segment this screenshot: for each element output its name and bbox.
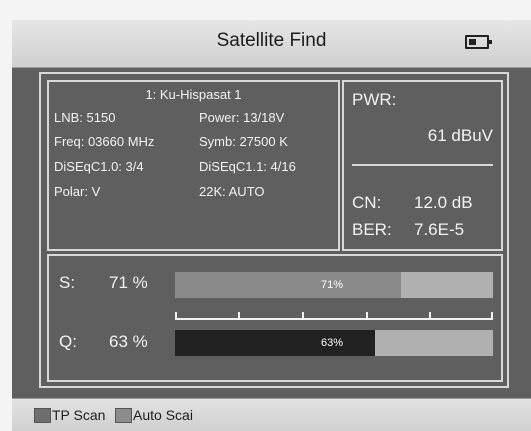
scale-tick — [175, 312, 177, 320]
cn-label: CN: — [352, 193, 382, 212]
pwr-value: 61 dBuV — [427, 126, 493, 145]
quality-bar-text: 63% — [321, 337, 344, 349]
quality-bar: 63% — [175, 330, 493, 356]
scale-tick — [429, 312, 431, 320]
softkey-bar: TP Scan Auto Scai — [12, 398, 531, 431]
signal-quality-panel: S: 71 % 71% Q: 63 % 63% — [47, 254, 503, 382]
quality-value: 63 % — [109, 332, 148, 351]
measurement-panel: PWR: 61 dBuV CN: 12.0 dB BER: 7.6E-5 — [342, 80, 503, 251]
quality-label: Q: — [59, 332, 77, 351]
scale-tick — [366, 312, 368, 320]
satellite-name: 1: Ku-Hispasat 1 — [145, 87, 242, 102]
scale-tick — [238, 312, 240, 320]
auto-scan-key-icon[interactable] — [115, 408, 132, 423]
cn-value: 12.0 dB — [414, 193, 473, 212]
quality-bar-fill — [175, 330, 376, 356]
tp-scan-button[interactable]: TP Scan — [52, 407, 105, 423]
tp-scan-key-icon[interactable] — [34, 408, 51, 423]
pwr-label: PWR: — [352, 90, 397, 109]
transponder-info-panel: 1: Ku-Hispasat 1 LNB: 5150 Power: 13/18V… — [47, 80, 340, 251]
polarization-value: Polar: V — [54, 184, 101, 199]
ber-value: 7.6E-5 — [414, 220, 465, 239]
satellite-find-screen: Satellite Find 1: Ku-Hispasat 1 LNB: 515… — [12, 20, 531, 431]
diseqc10-value: DiSEqC1.0: 3/4 — [54, 159, 144, 174]
main-panel: 1: Ku-Hispasat 1 LNB: 5150 Power: 13/18V… — [39, 72, 509, 388]
scale-tick — [302, 312, 304, 320]
symbol-rate-value: Symb: 27500 K — [199, 134, 288, 149]
power-value: Power: 13/18V — [199, 110, 285, 125]
divider — [352, 164, 493, 166]
frequency-value: Freq: 03660 MHz — [54, 134, 155, 149]
title-bar: Satellite Find — [12, 20, 531, 68]
auto-scan-button[interactable]: Auto Scai — [133, 407, 193, 423]
lnb-value: LNB: 5150 — [54, 110, 116, 125]
battery-icon — [465, 35, 492, 49]
strength-bar-text: 71% — [321, 279, 344, 291]
strength-bar-fill — [175, 272, 401, 298]
strength-value: 71 % — [109, 273, 148, 292]
22k-value: 22K: AUTO — [199, 184, 265, 199]
diseqc11-value: DiSEqC1.1: 4/16 — [199, 159, 296, 174]
ber-label: BER: — [352, 220, 392, 239]
scale-tick — [491, 312, 493, 320]
strength-label: S: — [59, 273, 76, 292]
page-title: Satellite Find — [216, 30, 327, 51]
strength-bar: 71% — [175, 272, 493, 298]
signal-scale — [175, 312, 493, 320]
